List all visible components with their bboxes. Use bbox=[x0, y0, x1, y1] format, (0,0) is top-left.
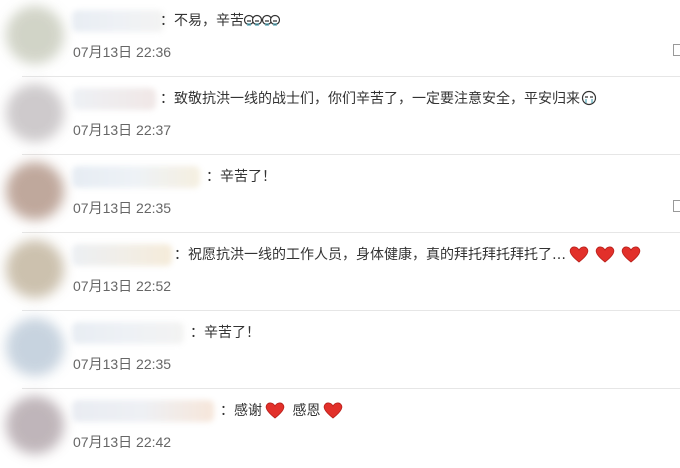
comment-item: ：致敬抗洪一线的战士们，你们辛苦了，一定要注意安全，平安归来 07月13日 22… bbox=[0, 78, 680, 156]
comment-feed: ：不易，辛苦 07月13日 22:36 ：致敬抗洪一线的战士们，你们辛苦了，一定… bbox=[0, 0, 680, 463]
comment-text: ：感谢 感恩 bbox=[220, 398, 346, 424]
username-blurred[interactable] bbox=[72, 400, 214, 422]
red-heart-icon bbox=[569, 246, 589, 263]
avatar[interactable] bbox=[6, 84, 64, 142]
red-heart-icon bbox=[595, 246, 615, 263]
avatar[interactable] bbox=[6, 396, 64, 454]
username-blurred[interactable] bbox=[72, 244, 172, 266]
comment-item: ：祝愿抗洪一线的工作人员，身体健康，真的拜托拜托拜托了… 07月13日 22:5… bbox=[0, 234, 680, 312]
red-heart-icon bbox=[621, 246, 641, 263]
comment-text: ：辛苦了！ bbox=[206, 169, 276, 185]
username-blurred[interactable] bbox=[72, 166, 200, 188]
divider bbox=[22, 310, 680, 311]
comment-item: ：辛苦了！ 07月13日 22:35 bbox=[0, 156, 680, 234]
red-heart-icon bbox=[324, 402, 343, 419]
username-blurred[interactable] bbox=[72, 88, 156, 110]
crying-face-icon bbox=[262, 14, 280, 26]
comment-text: ：致敬抗洪一线的战士们，你们辛苦了，一定要注意安全，平安归来 bbox=[160, 86, 598, 112]
divider bbox=[22, 388, 680, 389]
comment-text: ：辛苦了！ bbox=[190, 325, 260, 341]
comment-item: ：不易，辛苦 07月13日 22:36 bbox=[0, 0, 680, 78]
avatar[interactable] bbox=[6, 240, 64, 298]
divider bbox=[22, 154, 680, 155]
username-blurred[interactable] bbox=[72, 322, 184, 344]
avatar[interactable] bbox=[6, 318, 64, 376]
divider bbox=[22, 76, 680, 77]
comment-time: 07月13日 22:35 bbox=[73, 356, 172, 372]
reply-icon[interactable] bbox=[673, 200, 680, 212]
crying-face-icon bbox=[244, 14, 262, 26]
comment-item: ：辛苦了！ 07月13日 22:35 bbox=[0, 312, 680, 390]
comment-time: 07月13日 22:35 bbox=[73, 200, 172, 216]
comment-time: 07月13日 22:36 bbox=[73, 44, 172, 60]
comment-time: 07月13日 22:37 bbox=[73, 122, 172, 138]
avatar[interactable] bbox=[6, 6, 64, 64]
comment-item: ：感谢 感恩 07月13日 22:42 bbox=[0, 390, 680, 468]
reply-icon[interactable] bbox=[673, 44, 680, 56]
comment-text: ：祝愿抗洪一线的工作人员，身体健康，真的拜托拜托拜托了… bbox=[174, 242, 644, 268]
comment-time: 07月13日 22:52 bbox=[73, 278, 172, 294]
username-blurred[interactable] bbox=[72, 10, 164, 32]
red-heart-icon bbox=[265, 402, 285, 419]
avatar[interactable] bbox=[6, 162, 64, 220]
comment-text: ：不易，辛苦 bbox=[160, 8, 280, 34]
crying-face-icon bbox=[581, 90, 597, 106]
comment-time: 07月13日 22:42 bbox=[73, 434, 172, 450]
divider bbox=[22, 232, 680, 233]
